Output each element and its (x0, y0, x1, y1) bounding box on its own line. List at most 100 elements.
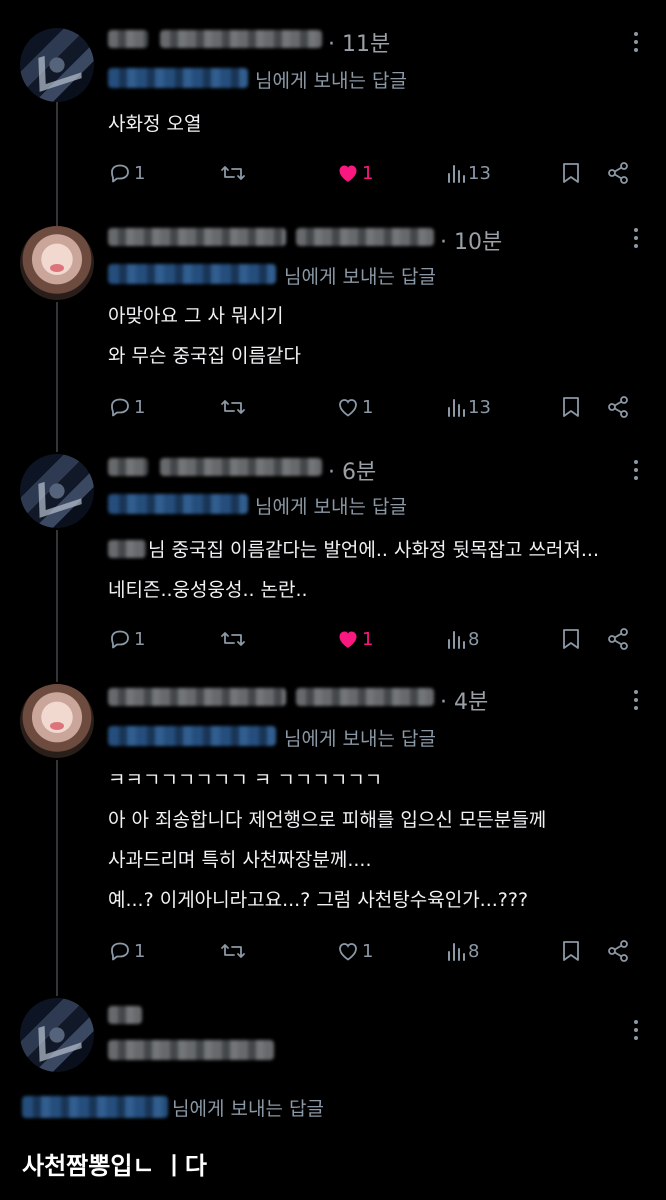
tweet-line: 네티즌..웅성웅성.. 논란.. (108, 579, 308, 601)
more-options-icon[interactable] (634, 1020, 638, 1044)
share-icon (608, 396, 628, 418)
views-button[interactable]: 8 (446, 936, 479, 966)
tweet-time[interactable]: · 4분 (440, 684, 488, 716)
views-icon (448, 165, 465, 183)
tweet-text: 아맞아요 그 사 뭐시기 와 무슨 중국집 이름같다 (108, 296, 301, 376)
share-button[interactable] (606, 936, 630, 966)
tweet-line: 아맞아요 그 사 뭐시기 (108, 305, 284, 327)
repost-button[interactable] (220, 624, 246, 654)
tweet-time[interactable]: · 11분 (328, 26, 390, 58)
bookmark-button[interactable] (560, 624, 582, 654)
replying-to-label: 님에게 보내는 답글 (284, 266, 436, 288)
view-count: 8 (468, 940, 480, 962)
avatar[interactable] (20, 28, 94, 102)
redacted-display-name (108, 228, 286, 246)
like-button[interactable]: 1 (336, 936, 373, 966)
repost-button[interactable] (220, 392, 246, 422)
replying-to-label: 님에게 보내는 답글 (172, 1098, 324, 1120)
redacted-display-name (108, 30, 148, 48)
reply-button[interactable]: 1 (108, 158, 145, 188)
redacted-username (296, 688, 434, 706)
share-icon (608, 162, 628, 184)
view-count: 13 (468, 162, 491, 184)
share-button[interactable] (606, 158, 630, 188)
like-count: 1 (362, 940, 374, 962)
more-options-icon[interactable] (634, 228, 638, 252)
heart-filled-icon (339, 165, 357, 182)
tweet-line: 사화정 오열 (108, 113, 202, 135)
reply-count: 1 (134, 940, 146, 962)
action-bar: 1 1 13 (108, 158, 638, 188)
redacted-username (296, 228, 434, 246)
like-button[interactable]: 1 (336, 392, 373, 422)
tweet-line: 와 무슨 중국집 이름같다 (108, 345, 301, 367)
like-count: 1 (362, 162, 374, 184)
like-count: 1 (362, 628, 374, 650)
heart-outline-icon (339, 399, 357, 417)
views-icon (448, 399, 465, 417)
like-button[interactable]: 1 (336, 158, 373, 188)
tweet-line: 님 중국집 이름같다는 발언에.. 사화정 뒷목잡고 쓰러져... (148, 539, 599, 561)
views-button[interactable]: 13 (446, 392, 491, 422)
avatar[interactable] (20, 684, 94, 758)
tweet-text: ㅋㅋㄱㄱㄱㄱㄱㄱ ㅋ ㄱㄱㄱㄱㄱㄱ 아 아 죄송합니다 제언행으로 피해를 입으… (108, 760, 546, 920)
reply-icon (111, 630, 129, 649)
share-icon (608, 628, 628, 650)
redacted-display-name (108, 688, 286, 706)
bookmark-icon (563, 397, 579, 417)
views-button[interactable]: 8 (446, 624, 479, 654)
views-button[interactable]: 13 (446, 158, 491, 188)
tweet-time[interactable]: · 6분 (328, 454, 376, 486)
replying-to-label: 님에게 보내는 답글 (255, 496, 407, 518)
tweet-text: 사천짬뽕입ㄴ ㅣ다 (22, 1152, 207, 1180)
redacted-reply-target (108, 494, 248, 514)
bookmark-icon (563, 941, 579, 961)
reply-button[interactable]: 1 (108, 624, 145, 654)
view-count: 13 (468, 396, 491, 418)
repost-button[interactable] (220, 158, 246, 188)
redacted-display-name (108, 1006, 142, 1024)
tweet-line: 아 아 죄송합니다 제언행으로 피해를 입으신 모든분들께 (108, 809, 547, 831)
like-button[interactable]: 1 (336, 624, 373, 654)
more-options-icon[interactable] (634, 690, 638, 714)
thread-line (56, 530, 58, 682)
thread-line (56, 760, 58, 996)
redacted-username (160, 30, 322, 48)
tweet-text: 사화정 오열 (108, 104, 201, 144)
share-button[interactable] (606, 392, 630, 422)
repost-icon (221, 400, 245, 414)
reply-count: 1 (134, 628, 146, 650)
tweet-line: 예...? 이게아니라고요...? 그럼 사천탕수육인가...??? (108, 889, 529, 911)
repost-icon (221, 632, 245, 646)
redacted-username (160, 458, 322, 476)
view-count: 8 (468, 628, 480, 650)
tweet-time[interactable]: · 10분 (440, 224, 502, 256)
reply-icon (111, 398, 129, 417)
avatar[interactable] (20, 998, 94, 1072)
views-icon (448, 943, 465, 961)
tweet-line: ㅋㅋㄱㄱㄱㄱㄱㄱ ㅋ ㄱㄱㄱㄱㄱㄱ (108, 769, 383, 791)
more-options-icon[interactable] (634, 32, 638, 56)
repost-icon (221, 166, 245, 180)
share-button[interactable] (606, 624, 630, 654)
more-options-icon[interactable] (634, 460, 638, 484)
bookmark-button[interactable] (560, 158, 582, 188)
reply-button[interactable]: 1 (108, 392, 145, 422)
thread-line (56, 302, 58, 452)
redacted-reply-target (108, 68, 248, 88)
tweet-line: 사과드리며 특히 사천짜장분께.... (108, 849, 372, 871)
redacted-reply-target (108, 264, 276, 284)
avatar[interactable] (20, 454, 94, 528)
avatar[interactable] (20, 226, 94, 300)
bookmark-button[interactable] (560, 392, 582, 422)
replying-to-label: 님에게 보내는 답글 (284, 728, 436, 750)
replying-to-label: 님에게 보내는 답글 (255, 70, 407, 92)
heart-outline-icon (339, 943, 357, 961)
bookmark-button[interactable] (560, 936, 582, 966)
bookmark-icon (563, 629, 579, 649)
repost-button[interactable] (220, 936, 246, 966)
redacted-reply-target (22, 1096, 168, 1118)
reply-button[interactable]: 1 (108, 936, 145, 966)
thread-line (56, 102, 58, 226)
redacted-reply-target (108, 726, 276, 746)
